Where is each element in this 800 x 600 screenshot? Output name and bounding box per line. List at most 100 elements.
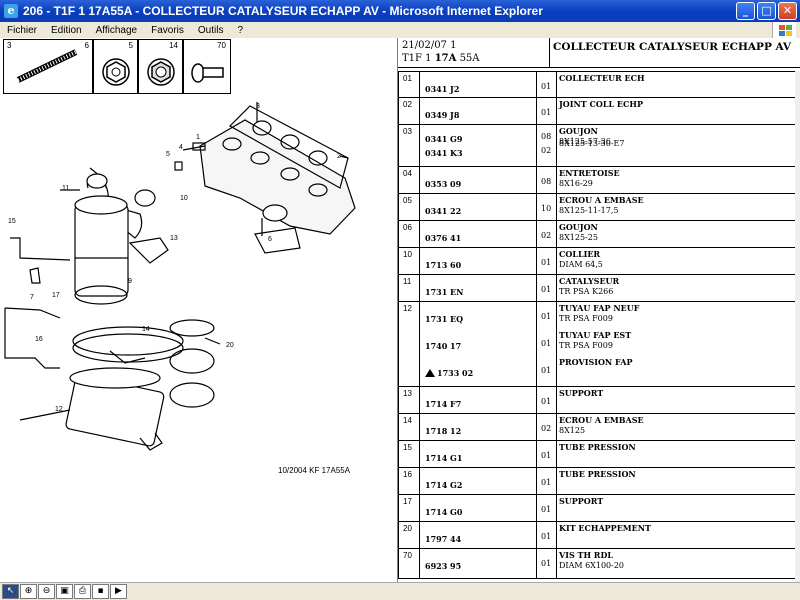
zoom-out-icon[interactable]: ⊖ [38,584,55,599]
maximize-button[interactable]: □ [757,2,776,20]
part-reference-text: 1714 G1 [425,453,463,463]
part-designation: ECROU A EMBASE [559,195,644,205]
print-date: 21/02/07 1 [402,40,457,51]
part-reference[interactable]: 1714 G0 [425,507,462,517]
quantity: 02 [541,231,552,240]
part-line: 1714 F7 01 SUPPORT [399,387,795,409]
vertical-scrollbar[interactable] [795,71,800,582]
table-row[interactable]: 03 0341 G9 08 GOUJON 8X125-57-36 0341 K3 02 8X1… [398,125,796,167]
part-reference-text: 1714 G2 [425,480,463,490]
parts-list-pane: 21/02/07 1 T1F 1 17A 55A COLLECTEUR CATA… [397,38,800,582]
callout-label: 6 [268,236,272,243]
quantity: 01 [541,339,552,348]
ref-bold: 17A [434,53,457,64]
print-icon[interactable]: ⎙ [74,584,91,599]
part-line: 0341 J2 01 COLLECTEUR ECH [399,72,795,94]
callout-label: 15 [8,218,16,225]
save-icon[interactable]: ▪ [92,584,109,599]
menu-help[interactable]: ? [230,25,250,36]
title-bar: e 206 - T1F 1 17A55A - COLLECTEUR CATALY… [0,0,800,22]
quantity: 01 [541,258,552,267]
part-reference[interactable]: 1797 44 [425,534,461,544]
part-reference[interactable]: 1733 02 [425,368,473,378]
part-designation: GOUJON [559,126,598,136]
table-row[interactable]: 10 1713 60 01 COLLIER DIAM 64,5 [398,248,796,275]
menu-fichier[interactable]: Fichier [0,25,44,36]
ref-suffix: 55A [456,53,480,64]
part-reference[interactable]: 0341 J2 [425,84,459,94]
menu-affichage[interactable]: Affichage [89,25,145,36]
table-row[interactable]: 14 1718 12 02 ECROU A EMBASE 8X125 [398,414,796,441]
zoom-in-icon[interactable]: ⊕ [20,584,37,599]
table-row[interactable]: 01 0341 J2 01 COLLECTEUR ECH [398,71,796,98]
part-line: 6923 95 01 VIS TH RDL DIAM 6X100-20 [399,549,795,571]
part-reference[interactable]: 0353 09 [425,179,461,189]
callout-label: 5 [166,151,170,158]
part-specification: 8X125-13-30-E7 [559,139,625,148]
part-specification: DIAM 64,5 [559,260,603,269]
minimize-button[interactable]: _ [736,2,755,20]
part-designation: SUPPORT [559,388,604,398]
table-row[interactable]: 15 1714 G1 01 TUBE PRESSION [398,441,796,468]
callout-label: 7 [30,294,34,301]
part-reference[interactable]: 0341 22 [425,206,461,216]
part-specification: TR PSA F009 [559,341,613,350]
part-line: 1731 EQ 01 TUYAU FAP NEUF TR PSA F009 [399,302,795,324]
quantity: 01 [541,478,552,487]
part-reference[interactable]: 6923 95 [425,561,461,571]
part-reference[interactable]: 1714 F7 [425,399,461,409]
play-icon[interactable]: ▶ [110,584,127,599]
part-designation: JOINT COLL ECHP [559,99,643,109]
part-reference[interactable]: 1740 17 [425,341,461,351]
table-row[interactable]: 16 1714 G2 01 TUBE PRESSION [398,468,796,495]
window-controls: _ □ ✕ [736,2,797,20]
table-row[interactable]: 12 1731 EQ 01 TUYAU FAP NEUF TR PSA F009 1740… [398,302,796,387]
part-reference[interactable]: 1718 12 [425,426,461,436]
table-row[interactable]: 02 0349 J8 01 JOINT COLL ECHP [398,98,796,125]
part-reference-text: 0341 K3 [425,148,463,158]
callout-label: 20 [226,342,234,349]
table-row[interactable]: 20 1797 44 01 KIT ECHAPPEMENT [398,522,796,549]
table-row[interactable]: 13 1714 F7 01 SUPPORT [398,387,796,414]
part-designation: GOUJON [559,222,598,232]
part-reference[interactable]: 1731 EN [425,287,463,297]
menu-edition[interactable]: Edition [44,25,89,36]
part-reference[interactable]: 1714 G1 [425,453,462,463]
part-specification: 8X125-25 [559,233,598,242]
part-line: 0341 G9 08 GOUJON 8X125-57-36 [399,125,795,146]
part-designation: TUBE PRESSION [559,469,636,479]
callout-label: 3 [256,103,260,110]
table-row[interactable]: 05 0341 22 10 ECROU A EMBASE 8X125-11-17,5 [398,194,796,221]
part-reference-text: 0376 41 [425,233,462,243]
part-reference[interactable]: 0349 J8 [425,110,459,120]
part-line: 1713 60 01 COLLIER DIAM 64,5 [399,248,795,270]
part-reference[interactable]: 1731 EQ [425,314,463,324]
table-row[interactable]: 04 0353 09 08 ENTRETOISE 8X16-29 [398,167,796,194]
part-reference[interactable]: 1713 60 [425,260,461,270]
part-specification: TR PSA K266 [559,287,614,296]
part-reference[interactable]: 1714 G2 [425,480,462,490]
fit-page-icon[interactable]: ▣ [56,584,73,599]
table-row[interactable]: 11 1731 EN 01 CATALYSEUR TR PSA K266 [398,275,796,302]
menu-favoris[interactable]: Favoris [144,25,191,36]
part-specification: 8X125 [559,426,586,435]
pointer-icon[interactable]: ↖ [2,584,19,599]
table-row[interactable]: 06 0376 41 02 GOUJON 8X125-25 [398,221,796,248]
diagram-caption: 10/2004 KF 17A55A [278,466,351,475]
table-row[interactable]: 70 6923 95 01 VIS TH RDL DIAM 6X100-20 [398,549,796,579]
part-line: 1731 EN 01 CATALYSEUR TR PSA K266 [399,275,795,297]
close-button[interactable]: ✕ [778,2,797,20]
part-reference[interactable]: 0376 41 [425,233,461,243]
part-designation: VIS TH RDL [559,550,614,560]
parts-table: 01 0341 J2 01 COLLECTEUR ECH 02 0349 J8 01 JOIN… [398,71,796,579]
part-designation: TUYAU FAP NEUF [559,303,640,313]
table-row[interactable]: 17 1714 G0 01 SUPPORT [398,495,796,522]
quantity: 01 [541,532,552,541]
part-line: 0341 K3 02 8X125-13-30-E7 [399,139,795,158]
part-reference[interactable]: 0341 K3 [425,148,463,158]
part-line: 0353 09 08 ENTRETOISE 8X16-29 [399,167,795,189]
quantity: 01 [541,108,552,117]
part-line: 1714 G0 01 SUPPORT [399,495,795,517]
menu-outils[interactable]: Outils [191,25,231,36]
part-designation: SUPPORT [559,496,604,506]
